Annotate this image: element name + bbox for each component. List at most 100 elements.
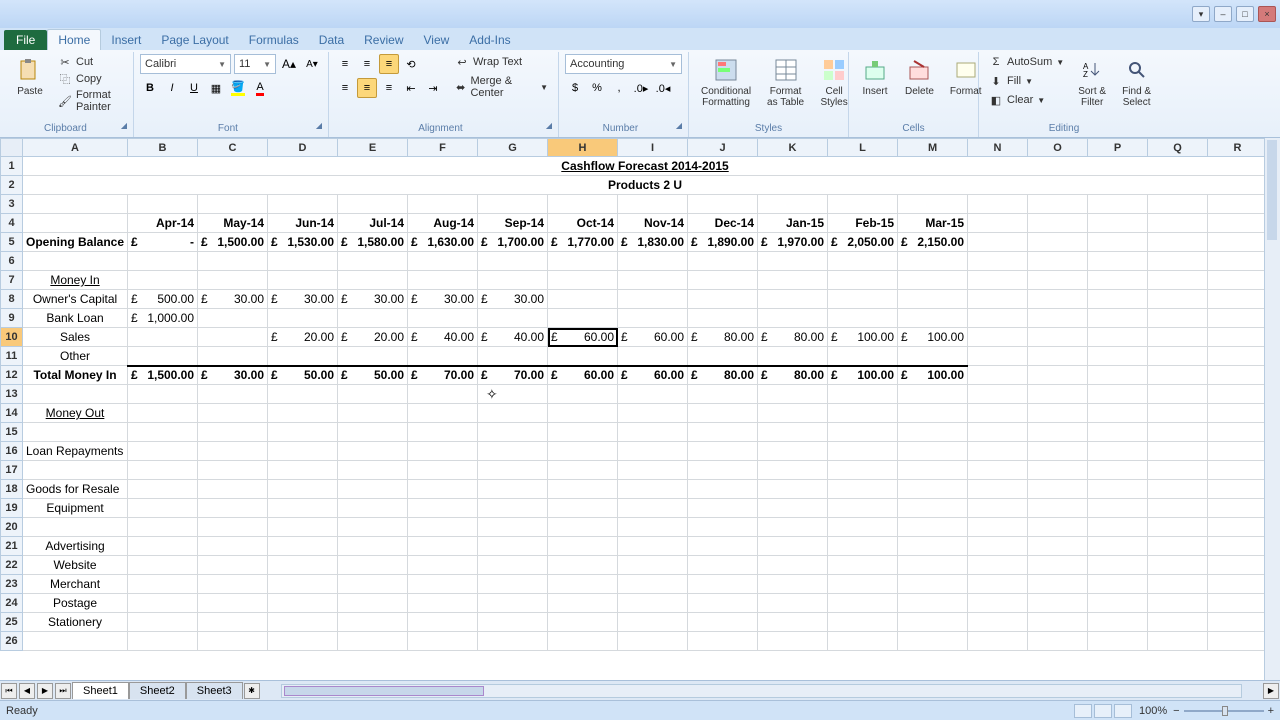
row-header-15[interactable]: 15 [1,423,23,442]
cell-A8[interactable]: Owner's Capital [23,290,128,309]
cell-I8[interactable] [618,290,688,309]
cell-L23[interactable] [828,575,898,594]
cell-A2[interactable]: Products 2 U [23,176,1268,195]
cell-O15[interactable] [1028,423,1088,442]
cell-I9[interactable] [618,309,688,328]
column-header-C[interactable]: C [198,139,268,157]
row-header-3[interactable]: 3 [1,195,23,214]
cell-E18[interactable] [338,480,408,499]
decrease-decimal-button[interactable]: .0◂ [653,78,673,98]
cell-C22[interactable] [198,556,268,575]
cell-O13[interactable] [1028,385,1088,404]
cell-P4[interactable] [1088,214,1148,233]
cell-K20[interactable] [758,518,828,537]
cell-R19[interactable] [1208,499,1268,518]
row-header-5[interactable]: 5 [1,233,23,252]
column-header-M[interactable]: M [898,139,968,157]
cell-O18[interactable] [1028,480,1088,499]
cell-K8[interactable] [758,290,828,309]
cell-D12[interactable]: £50.00 [268,366,338,385]
number-format-combo[interactable]: Accounting▼ [565,54,682,74]
underline-button[interactable]: U [184,78,204,98]
cell-L18[interactable] [828,480,898,499]
cell-L13[interactable] [828,385,898,404]
cell-F13[interactable] [408,385,478,404]
cell-G13[interactable] [478,385,548,404]
cell-O21[interactable] [1028,537,1088,556]
cell-H24[interactable] [548,594,618,613]
cell-D9[interactable] [268,309,338,328]
merge-center-button[interactable]: ⬌Merge & Center▼ [451,74,552,100]
cell-R24[interactable] [1208,594,1268,613]
cell-M25[interactable] [898,613,968,632]
cell-D8[interactable]: £30.00 [268,290,338,309]
cell-H20[interactable] [548,518,618,537]
cell-R15[interactable] [1208,423,1268,442]
cell-M21[interactable] [898,537,968,556]
cell-A10[interactable]: Sales [23,328,128,347]
cell-J20[interactable] [688,518,758,537]
format-as-table-button[interactable]: Format as Table [761,54,810,110]
cell-K3[interactable] [758,195,828,214]
column-header-Q[interactable]: Q [1148,139,1208,157]
cell-G24[interactable] [478,594,548,613]
cell-I5[interactable]: £1,830.00 [618,233,688,252]
cell-H23[interactable] [548,575,618,594]
cell-J16[interactable] [688,442,758,461]
cell-N4[interactable] [968,214,1028,233]
cell-L9[interactable] [828,309,898,328]
cell-P14[interactable] [1088,404,1148,423]
cell-L26[interactable] [828,632,898,651]
cell-O10[interactable] [1028,328,1088,347]
cell-B8[interactable]: £500.00 [128,290,198,309]
cell-H13[interactable] [548,385,618,404]
cell-L25[interactable] [828,613,898,632]
cell-N8[interactable] [968,290,1028,309]
cell-C24[interactable] [198,594,268,613]
sheet-nav-prev[interactable]: ◀ [19,683,35,699]
border-button[interactable]: ▦ [206,78,226,98]
row-header-16[interactable]: 16 [1,442,23,461]
cell-H18[interactable] [548,480,618,499]
cell-E25[interactable] [338,613,408,632]
cell-Q14[interactable] [1148,404,1208,423]
cell-P3[interactable] [1088,195,1148,214]
column-header-D[interactable]: D [268,139,338,157]
cell-B23[interactable] [128,575,198,594]
cell-E7[interactable] [338,271,408,290]
percent-button[interactable]: % [587,78,607,98]
cell-B21[interactable] [128,537,198,556]
horizontal-scrollbar[interactable] [281,684,1242,698]
cell-H12[interactable]: £60.00 [548,366,618,385]
cell-H6[interactable] [548,252,618,271]
zoom-in-button[interactable]: + [1268,705,1274,717]
cell-P22[interactable] [1088,556,1148,575]
zoom-out-button[interactable]: − [1173,705,1179,717]
page-break-view-button[interactable] [1114,704,1132,718]
cell-F5[interactable]: £1,630.00 [408,233,478,252]
cell-N24[interactable] [968,594,1028,613]
cell-N6[interactable] [968,252,1028,271]
cell-Q5[interactable] [1148,233,1208,252]
cell-L19[interactable] [828,499,898,518]
cell-J17[interactable] [688,461,758,480]
cell-C17[interactable] [198,461,268,480]
delete-cells-button[interactable]: Delete [899,54,940,99]
cell-Q12[interactable] [1148,366,1208,385]
cell-F9[interactable] [408,309,478,328]
cell-O3[interactable] [1028,195,1088,214]
cell-C7[interactable] [198,271,268,290]
cell-B19[interactable] [128,499,198,518]
cell-I7[interactable] [618,271,688,290]
cell-N7[interactable] [968,271,1028,290]
cell-F11[interactable] [408,347,478,366]
cell-F6[interactable] [408,252,478,271]
cell-J22[interactable] [688,556,758,575]
cell-P9[interactable] [1088,309,1148,328]
cell-I17[interactable] [618,461,688,480]
cell-M22[interactable] [898,556,968,575]
tab-view[interactable]: View [414,30,460,50]
cell-G7[interactable] [478,271,548,290]
cell-M26[interactable] [898,632,968,651]
cell-Q17[interactable] [1148,461,1208,480]
